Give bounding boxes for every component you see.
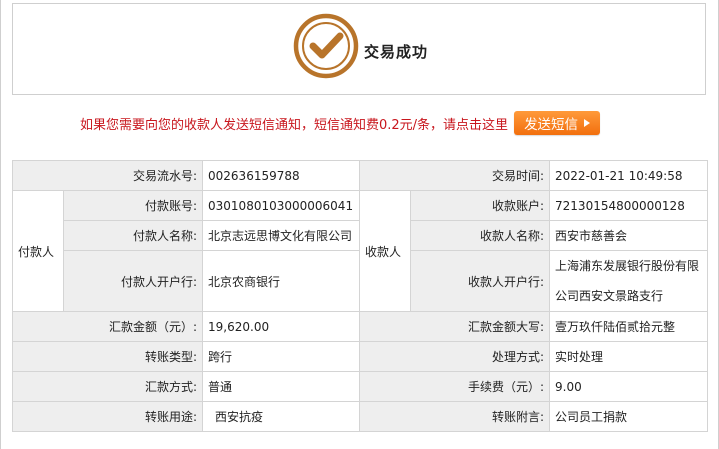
payee-group-label: 收款人 bbox=[359, 190, 412, 312]
transfer-type-label: 转账类型: bbox=[11, 341, 204, 372]
amount-upper-value: 壹万玖仟陆佰贰拾元整 bbox=[549, 311, 709, 342]
payee-bank-line2: 公司西安文景路支行 bbox=[555, 289, 664, 303]
check-circle-icon bbox=[293, 13, 359, 79]
transaction-details-table: 交易流水号: 002636159788 交易时间: 2022-01-21 10:… bbox=[11, 160, 709, 432]
send-sms-button-label: 发送短信 bbox=[524, 117, 579, 133]
process-label: 处理方式: bbox=[359, 341, 551, 372]
table-row: 汇款方式: 普通 手续费（元）: 9.00 bbox=[11, 371, 709, 402]
send-sms-button[interactable]: 发送短信 bbox=[514, 111, 601, 135]
payee-account-value: 72130154800000128 bbox=[549, 190, 709, 221]
sms-notice-text: 如果您需要向您的收款人发送短信通知，短信通知费0.2元/条，请点击这里 bbox=[80, 117, 509, 133]
payer-bank-value: 北京农商银行 bbox=[202, 250, 361, 312]
process-value: 实时处理 bbox=[549, 341, 709, 372]
memo-value: 公司员工捐款 bbox=[549, 401, 709, 432]
amount-upper-label: 汇款金额大写: bbox=[359, 311, 551, 342]
memo-label: 转账附言: bbox=[359, 401, 551, 432]
time-value: 2022-01-21 10:49:58 bbox=[549, 160, 709, 191]
table-row: 付款人 付款账号: 0301080103000006041 收款人 收款账户: … bbox=[12, 190, 709, 312]
status-title: 交易成功 bbox=[364, 43, 429, 61]
table-row: 汇款金额（元）: 19,620.00 汇款金额大写: 壹万玖仟陆佰贰拾元整 bbox=[11, 311, 709, 342]
fee-label: 手续费（元）: bbox=[359, 371, 551, 402]
arrow-right-icon bbox=[584, 119, 591, 127]
serial-value: 002636159788 bbox=[202, 160, 361, 191]
payer-name-label: 付款人名称: bbox=[62, 220, 204, 251]
payer-group-label: 付款人 bbox=[12, 190, 64, 312]
table-row: 转账用途: 西安抗疫 转账附言: 公司员工捐款 bbox=[11, 401, 709, 432]
table-row: 交易流水号: 002636159788 交易时间: 2022-01-21 10:… bbox=[11, 160, 709, 191]
remit-method-value: 普通 bbox=[202, 371, 361, 402]
purpose-label: 转账用途: bbox=[11, 401, 204, 432]
payee-bank-line1: 上海浦东发展银行股份有限 bbox=[555, 259, 700, 273]
payee-name-label: 收款人名称: bbox=[410, 220, 551, 251]
payer-name-value: 北京志远思博文化有限公司 bbox=[202, 220, 361, 251]
payee-bank-label: 收款人开户行: bbox=[410, 250, 551, 312]
table-row: 转账类型: 跨行 处理方式: 实时处理 bbox=[11, 341, 709, 372]
transfer-type-value: 跨行 bbox=[202, 341, 361, 372]
amount-label: 汇款金额（元）: bbox=[11, 311, 204, 342]
success-panel: 交易成功 bbox=[12, 3, 706, 95]
payer-account-value: 0301080103000006041 bbox=[202, 190, 361, 221]
payee-account-label: 收款账户: bbox=[410, 190, 551, 221]
payer-bank-label: 付款人开户行: bbox=[62, 250, 204, 312]
fee-value: 9.00 bbox=[549, 371, 709, 402]
remit-method-label: 汇款方式: bbox=[11, 371, 204, 402]
payer-account-label: 付款账号: bbox=[62, 190, 204, 221]
payee-bank-value: 上海浦东发展银行股份有限 公司西安文景路支行 bbox=[549, 250, 709, 312]
serial-label: 交易流水号: bbox=[11, 160, 204, 191]
purpose-value: 西安抗疫 bbox=[202, 401, 361, 432]
time-label: 交易时间: bbox=[359, 160, 551, 191]
sms-notice-row: 如果您需要向您的收款人发送短信通知，短信通知费0.2元/条，请点击这里 发送短信 bbox=[80, 111, 601, 135]
payee-name-value: 西安市慈善会 bbox=[549, 220, 709, 251]
amount-value: 19,620.00 bbox=[202, 311, 361, 342]
